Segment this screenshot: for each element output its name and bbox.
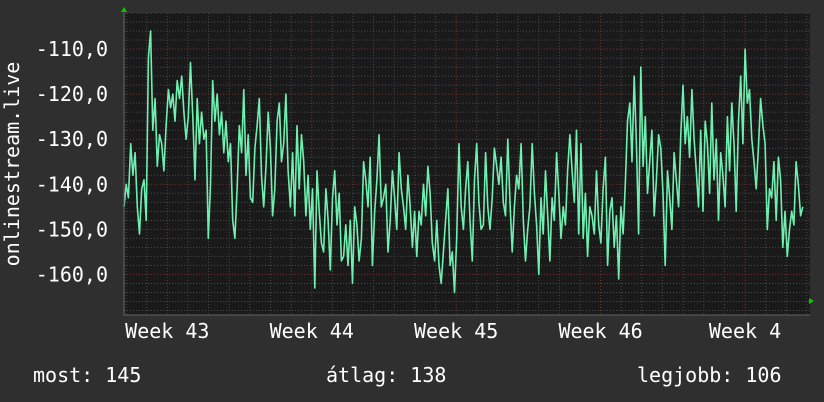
y-tick-label: -140,0: [36, 172, 108, 196]
y-tick-label: -150,0: [36, 217, 108, 241]
chart: -110,0 -120,0 -130,0 -140,0 -150,0 -160,0 Wee…: [0, 7, 814, 387]
x-tick-label: Week 43: [125, 319, 209, 343]
x-tick-label: Week 4: [709, 319, 781, 343]
y-axis-label: onlinestream.live: [0, 62, 24, 267]
x-tick-label: Week 46: [558, 319, 642, 343]
x-axis-arrow-icon: [809, 298, 814, 304]
footer-average: átlag: 138: [326, 363, 446, 387]
y-tick-label: -130,0: [36, 127, 108, 151]
x-tick-label: Week 45: [414, 319, 498, 343]
y-tick-label: -110,0: [36, 37, 108, 61]
x-tick-labels: Week 43 Week 44 Week 45 Week 46 Week 4: [125, 319, 781, 343]
y-tick-label: -120,0: [36, 82, 108, 106]
x-tick-label: Week 44: [270, 319, 354, 343]
y-tick-labels: -110,0 -120,0 -130,0 -140,0 -150,0 -160,0: [36, 37, 108, 286]
footer-best: legjobb: 106: [637, 363, 782, 387]
y-axis-arrow-icon: [121, 7, 127, 12]
footer-current: most: 145: [33, 363, 141, 387]
y-tick-label: -160,0: [36, 262, 108, 286]
